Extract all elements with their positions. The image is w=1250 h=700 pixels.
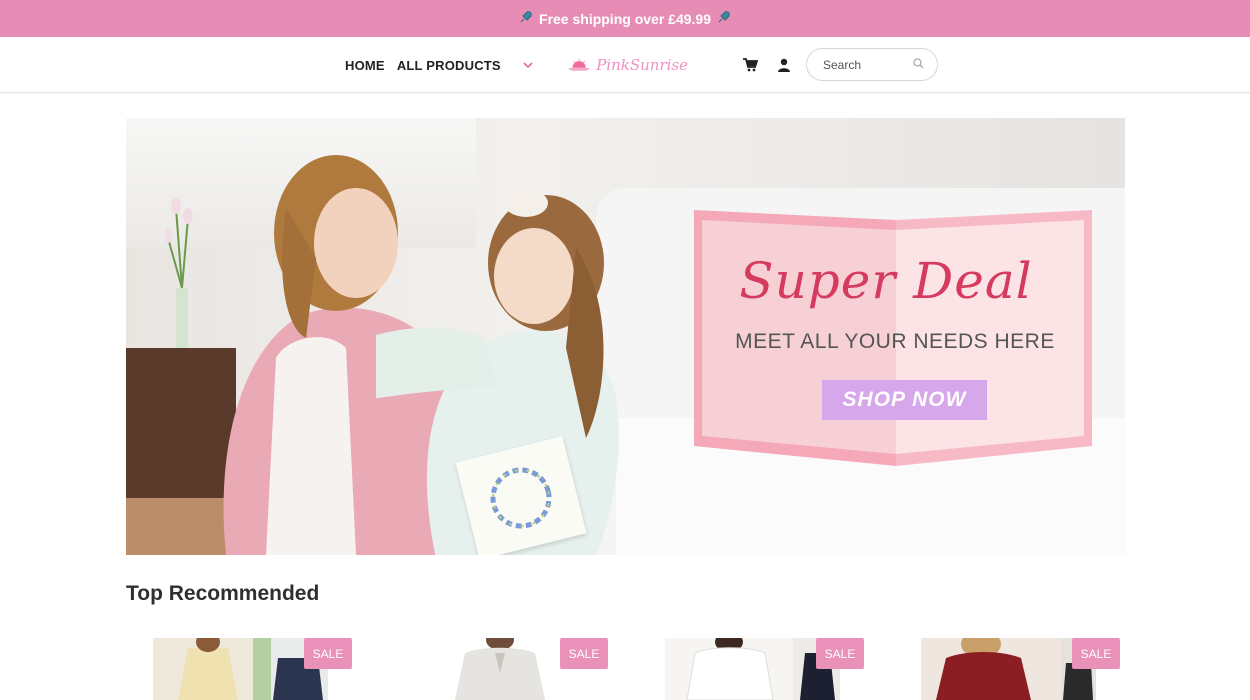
product-card[interactable]: SALE xyxy=(665,638,865,700)
product-card[interactable]: SALE xyxy=(409,638,609,700)
hero-subtitle: MEET ALL YOUR NEEDS HERE xyxy=(735,330,1055,353)
header-icons xyxy=(742,37,792,93)
rocket-icon xyxy=(519,10,533,27)
search-icon[interactable] xyxy=(913,56,924,74)
section-title: Top Recommended xyxy=(126,582,320,605)
sunrise-logo-icon xyxy=(569,58,590,71)
site-logo[interactable]: PinkSunrise xyxy=(568,49,688,81)
product-grid: SALE SALE SALE SALE xyxy=(126,638,1125,700)
site-header: HOME ALL PRODUCTS PinkSunrise xyxy=(0,37,1250,93)
sale-badge: SALE xyxy=(816,638,864,669)
sale-badge: SALE xyxy=(560,638,608,669)
hero-banner[interactable]: Super Deal MEET ALL YOUR NEEDS HERE SHOP… xyxy=(126,118,1125,555)
logo-text: PinkSunrise xyxy=(596,56,688,74)
product-card[interactable]: SALE xyxy=(921,638,1121,700)
hero-title: Super Deal xyxy=(739,252,1033,310)
flower-vase-image xyxy=(166,198,193,348)
product-image xyxy=(665,638,840,700)
account-icon[interactable] xyxy=(776,57,792,73)
shop-now-button[interactable]: SHOP NOW xyxy=(822,380,987,420)
chevron-down-icon[interactable] xyxy=(523,58,533,72)
cart-icon[interactable] xyxy=(742,57,758,73)
nav-home[interactable]: HOME xyxy=(345,58,385,73)
nav-all-products[interactable]: ALL PRODUCTS xyxy=(397,58,501,73)
product-image xyxy=(921,638,1096,700)
search-box[interactable] xyxy=(806,48,938,81)
rocket-icon xyxy=(717,10,731,27)
sale-badge: SALE xyxy=(1072,638,1120,669)
main-nav: HOME ALL PRODUCTS xyxy=(345,37,533,93)
announcement-text: Free shipping over £49.99 xyxy=(539,10,711,27)
announcement-bar: Free shipping over £49.99 xyxy=(0,0,1250,37)
search-input[interactable] xyxy=(823,57,913,72)
sale-badge: SALE xyxy=(304,638,352,669)
product-image xyxy=(153,638,328,700)
product-image xyxy=(445,638,555,700)
product-card[interactable]: SALE xyxy=(153,638,353,700)
